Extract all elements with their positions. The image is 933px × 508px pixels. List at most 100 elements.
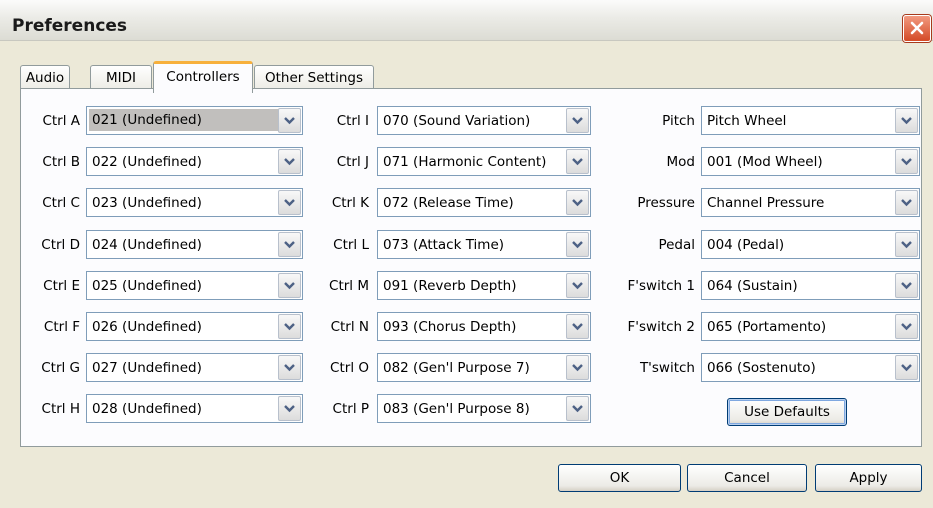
ctrl-j-dropdown[interactable]: 071 (Harmonic Content) — [377, 147, 591, 176]
close-icon — [910, 21, 924, 35]
chevron-down-icon — [572, 282, 583, 290]
pedal-label: Pedal — [658, 237, 695, 253]
chevron-down-icon — [284, 158, 295, 166]
mod-dropdown[interactable]: 001 (Mod Wheel) — [701, 147, 920, 176]
pressure-dropdown[interactable]: Channel Pressure — [701, 188, 920, 217]
ctrl-g-label: Ctrl G — [41, 360, 80, 376]
dropdown-arrow-button[interactable] — [566, 314, 589, 339]
dropdown-arrow-button[interactable] — [278, 108, 301, 133]
ctrl-d-label: Ctrl D — [41, 237, 80, 253]
f-switch-1-dropdown[interactable]: 064 (Sustain) — [701, 271, 920, 300]
pressure-value: Channel Pressure — [707, 195, 825, 211]
chevron-down-icon — [284, 323, 295, 331]
dropdown-arrow-button[interactable] — [895, 108, 918, 133]
ctrl-i-dropdown[interactable]: 070 (Sound Variation) — [377, 106, 591, 135]
chevron-down-icon — [284, 241, 295, 249]
ctrl-j-label: Ctrl J — [336, 154, 369, 170]
dropdown-arrow-button[interactable] — [895, 149, 918, 174]
ctrl-f-dropdown[interactable]: 026 (Undefined) — [86, 312, 303, 341]
ctrl-k-dropdown[interactable]: 072 (Release Time) — [377, 188, 591, 217]
ctrl-b-dropdown[interactable]: 022 (Undefined) — [86, 147, 303, 176]
ctrl-m-dropdown[interactable]: 091 (Reverb Depth) — [377, 271, 591, 300]
dropdown-arrow-button[interactable] — [278, 232, 301, 257]
ok-button[interactable]: OK — [558, 464, 681, 492]
tab-controllers[interactable]: Controllers — [153, 61, 253, 93]
ctrl-b-value: 022 (Undefined) — [92, 154, 202, 170]
dropdown-arrow-button[interactable] — [566, 396, 589, 421]
dropdown-arrow-button[interactable] — [566, 149, 589, 174]
dropdown-arrow-button[interactable] — [566, 355, 589, 380]
dropdown-arrow-button[interactable] — [566, 232, 589, 257]
ctrl-p-value: 083 (Gen'l Purpose 8) — [383, 401, 530, 417]
ctrl-l-dropdown[interactable]: 073 (Attack Time) — [377, 230, 591, 259]
f-switch-2-dropdown[interactable]: 065 (Portamento) — [701, 312, 920, 341]
ctrl-i-label: Ctrl I — [336, 113, 369, 129]
dropdown-arrow-button[interactable] — [278, 355, 301, 380]
ctrl-n-label: Ctrl N — [330, 319, 369, 335]
tab-other-settings[interactable]: Other Settings — [254, 65, 374, 90]
ctrl-f-label: Ctrl F — [43, 319, 80, 335]
ctrl-h-value: 028 (Undefined) — [92, 401, 202, 417]
pitch-dropdown[interactable]: Pitch Wheel — [701, 106, 920, 135]
tab-audio[interactable]: Audio — [20, 65, 70, 90]
f-switch-2-value: 065 (Portamento) — [707, 319, 827, 335]
chevron-down-icon — [901, 323, 912, 331]
dropdown-arrow-button[interactable] — [895, 355, 918, 380]
mod-label: Mod — [666, 154, 695, 170]
ctrl-j-value: 071 (Harmonic Content) — [383, 154, 547, 170]
dropdown-arrow-button[interactable] — [278, 396, 301, 421]
apply-button[interactable]: Apply — [815, 464, 922, 492]
ctrl-l-value: 073 (Attack Time) — [383, 237, 505, 253]
t-switch-dropdown[interactable]: 066 (Sostenuto) — [701, 353, 920, 382]
pitch-value: Pitch Wheel — [707, 113, 787, 129]
chevron-down-icon — [284, 199, 295, 207]
dropdown-arrow-button[interactable] — [566, 190, 589, 215]
ctrl-m-value: 091 (Reverb Depth) — [383, 278, 517, 294]
chevron-down-icon — [572, 241, 583, 249]
ctrl-e-label: Ctrl E — [43, 278, 80, 294]
ctrl-i-value: 070 (Sound Variation) — [383, 113, 531, 129]
ctrl-d-dropdown[interactable]: 024 (Undefined) — [86, 230, 303, 259]
ctrl-e-dropdown[interactable]: 025 (Undefined) — [86, 271, 303, 300]
chevron-down-icon — [284, 364, 295, 372]
ctrl-p-dropdown[interactable]: 083 (Gen'l Purpose 8) — [377, 394, 591, 423]
ctrl-k-value: 072 (Release Time) — [383, 195, 514, 211]
t-switch-label: T'switch — [639, 360, 695, 376]
tab-midi[interactable]: MIDI — [90, 65, 152, 90]
dropdown-arrow-button[interactable] — [895, 314, 918, 339]
dropdown-arrow-button[interactable] — [278, 149, 301, 174]
t-switch-value: 066 (Sostenuto) — [707, 360, 816, 376]
pedal-dropdown[interactable]: 004 (Pedal) — [701, 230, 920, 259]
ctrl-g-value: 027 (Undefined) — [92, 360, 202, 376]
cancel-button[interactable]: Cancel — [687, 464, 807, 492]
f-switch-1-value: 064 (Sustain) — [707, 278, 798, 294]
ctrl-o-dropdown[interactable]: 082 (Gen'l Purpose 7) — [377, 353, 591, 382]
ctrl-g-dropdown[interactable]: 027 (Undefined) — [86, 353, 303, 382]
ctrl-o-value: 082 (Gen'l Purpose 7) — [383, 360, 530, 376]
close-button[interactable] — [903, 15, 931, 42]
dropdown-arrow-button[interactable] — [278, 190, 301, 215]
chevron-down-icon — [901, 199, 912, 207]
dropdown-arrow-button[interactable] — [566, 273, 589, 298]
chevron-down-icon — [901, 282, 912, 290]
chevron-down-icon — [572, 405, 583, 413]
ctrl-o-label: Ctrl O — [330, 360, 369, 376]
dropdown-arrow-button[interactable] — [278, 273, 301, 298]
mod-value: 001 (Mod Wheel) — [707, 154, 823, 170]
ctrl-d-value: 024 (Undefined) — [92, 237, 202, 253]
ctrl-c-label: Ctrl C — [42, 195, 80, 211]
dropdown-arrow-button[interactable] — [895, 273, 918, 298]
ctrl-a-dropdown[interactable]: 021 (Undefined) — [86, 106, 303, 135]
dropdown-arrow-button[interactable] — [895, 190, 918, 215]
window-title: Preferences — [12, 16, 128, 36]
use-defaults-button[interactable]: Use Defaults — [727, 398, 847, 426]
ctrl-h-dropdown[interactable]: 028 (Undefined) — [86, 394, 303, 423]
chevron-down-icon — [572, 117, 583, 125]
chevron-down-icon — [284, 117, 295, 125]
chevron-down-icon — [572, 323, 583, 331]
ctrl-c-dropdown[interactable]: 023 (Undefined) — [86, 188, 303, 217]
ctrl-n-dropdown[interactable]: 093 (Chorus Depth) — [377, 312, 591, 341]
dropdown-arrow-button[interactable] — [278, 314, 301, 339]
dropdown-arrow-button[interactable] — [895, 232, 918, 257]
dropdown-arrow-button[interactable] — [566, 108, 589, 133]
